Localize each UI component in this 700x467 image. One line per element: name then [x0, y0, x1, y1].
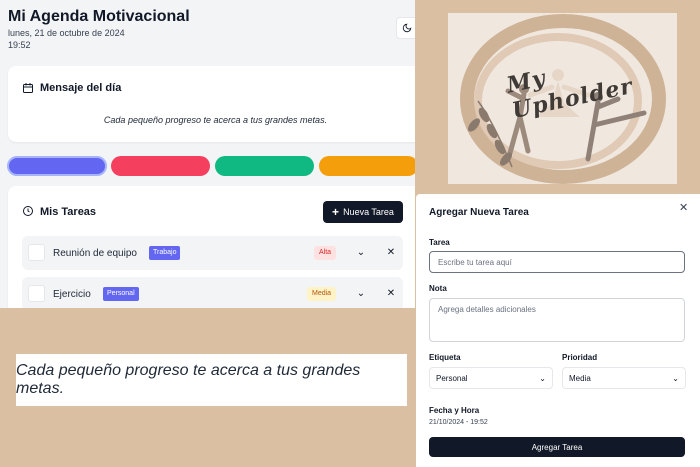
task-input[interactable]	[429, 251, 685, 273]
chevron-down-icon[interactable]: ⌄	[354, 287, 368, 301]
datetime-field-label: Fecha y Hora	[429, 406, 480, 415]
new-task-button[interactable]: + Nueva Tarea	[323, 201, 403, 223]
task-priority: Alta	[314, 246, 337, 260]
tag-select-value: Personal	[436, 373, 468, 383]
zoomed-quote: Cada pequeño progreso te acerca a tus gr…	[16, 354, 407, 406]
task-tag: Personal	[103, 287, 139, 301]
task-field-label: Tarea	[429, 238, 450, 247]
add-task-submit-button[interactable]: Agregar Tarea	[429, 437, 685, 457]
task-checkbox[interactable]	[28, 285, 45, 302]
tag-select[interactable]: Personal ⌄	[429, 367, 553, 389]
color-pill-rose[interactable]	[111, 156, 210, 176]
chevron-down-icon: ⌄	[539, 373, 546, 383]
close-icon[interactable]: ✕	[679, 201, 688, 214]
message-card: Mensaje del día Cada pequeño progreso te…	[8, 66, 415, 142]
datetime-value: 21/10/2024 - 19:52	[429, 419, 488, 426]
task-priority: Media	[307, 287, 337, 301]
tag-field-label: Etiqueta	[429, 353, 461, 362]
chevron-down-icon: ⌄	[672, 373, 679, 383]
logo: My Upholder	[448, 13, 677, 184]
tasks-card: Mis Tareas + Nueva Tarea Reunión de equi…	[8, 186, 415, 308]
note-textarea[interactable]	[429, 298, 685, 342]
color-pill-amber[interactable]	[319, 156, 415, 176]
tasks-title: Mis Tareas	[40, 206, 97, 218]
task-tag: Trabajo	[149, 246, 181, 260]
task-row[interactable]: Ejercicio Personal Media ⌄ ✕	[22, 277, 403, 308]
priority-select[interactable]: Media ⌄	[562, 367, 686, 389]
moon-icon	[402, 23, 412, 33]
message-text: Cada pequeño progreso te acerca a tus gr…	[103, 115, 328, 125]
modal-title: Agregar Nueva Tarea	[429, 207, 529, 218]
priority-field-label: Prioridad	[562, 353, 598, 362]
chevron-down-icon[interactable]: ⌄	[354, 246, 368, 260]
color-pill-indigo[interactable]	[7, 156, 107, 176]
task-checkbox[interactable]	[28, 244, 45, 261]
calendar-icon	[23, 83, 33, 93]
task-row[interactable]: Reunión de equipo Trabajo Alta ⌄ ✕	[22, 236, 403, 270]
current-time: 19:52	[8, 40, 31, 50]
message-title: Mensaje del día	[40, 82, 122, 94]
page-title: Mi Agenda Motivacional	[8, 8, 190, 25]
new-task-button-label: Nueva Tarea	[343, 207, 394, 217]
note-field-label: Nota	[429, 284, 447, 293]
close-icon[interactable]: ✕	[384, 287, 398, 301]
add-task-modal: Agregar Nueva Tarea ✕ Tarea Nota Etiquet…	[416, 194, 700, 467]
task-name: Reunión de equipo	[53, 248, 137, 259]
plus-icon: +	[332, 205, 340, 219]
priority-select-value: Media	[569, 373, 591, 383]
close-icon[interactable]: ✕	[384, 246, 398, 260]
clock-icon	[23, 206, 33, 216]
agenda-app: Mi Agenda Motivacional lunes, 21 de octu…	[0, 0, 415, 308]
task-name: Ejercicio	[53, 289, 91, 300]
color-pill-emerald[interactable]	[215, 156, 314, 176]
current-date: lunes, 21 de octubre de 2024	[8, 28, 125, 38]
theme-toggle-button[interactable]	[396, 17, 415, 39]
